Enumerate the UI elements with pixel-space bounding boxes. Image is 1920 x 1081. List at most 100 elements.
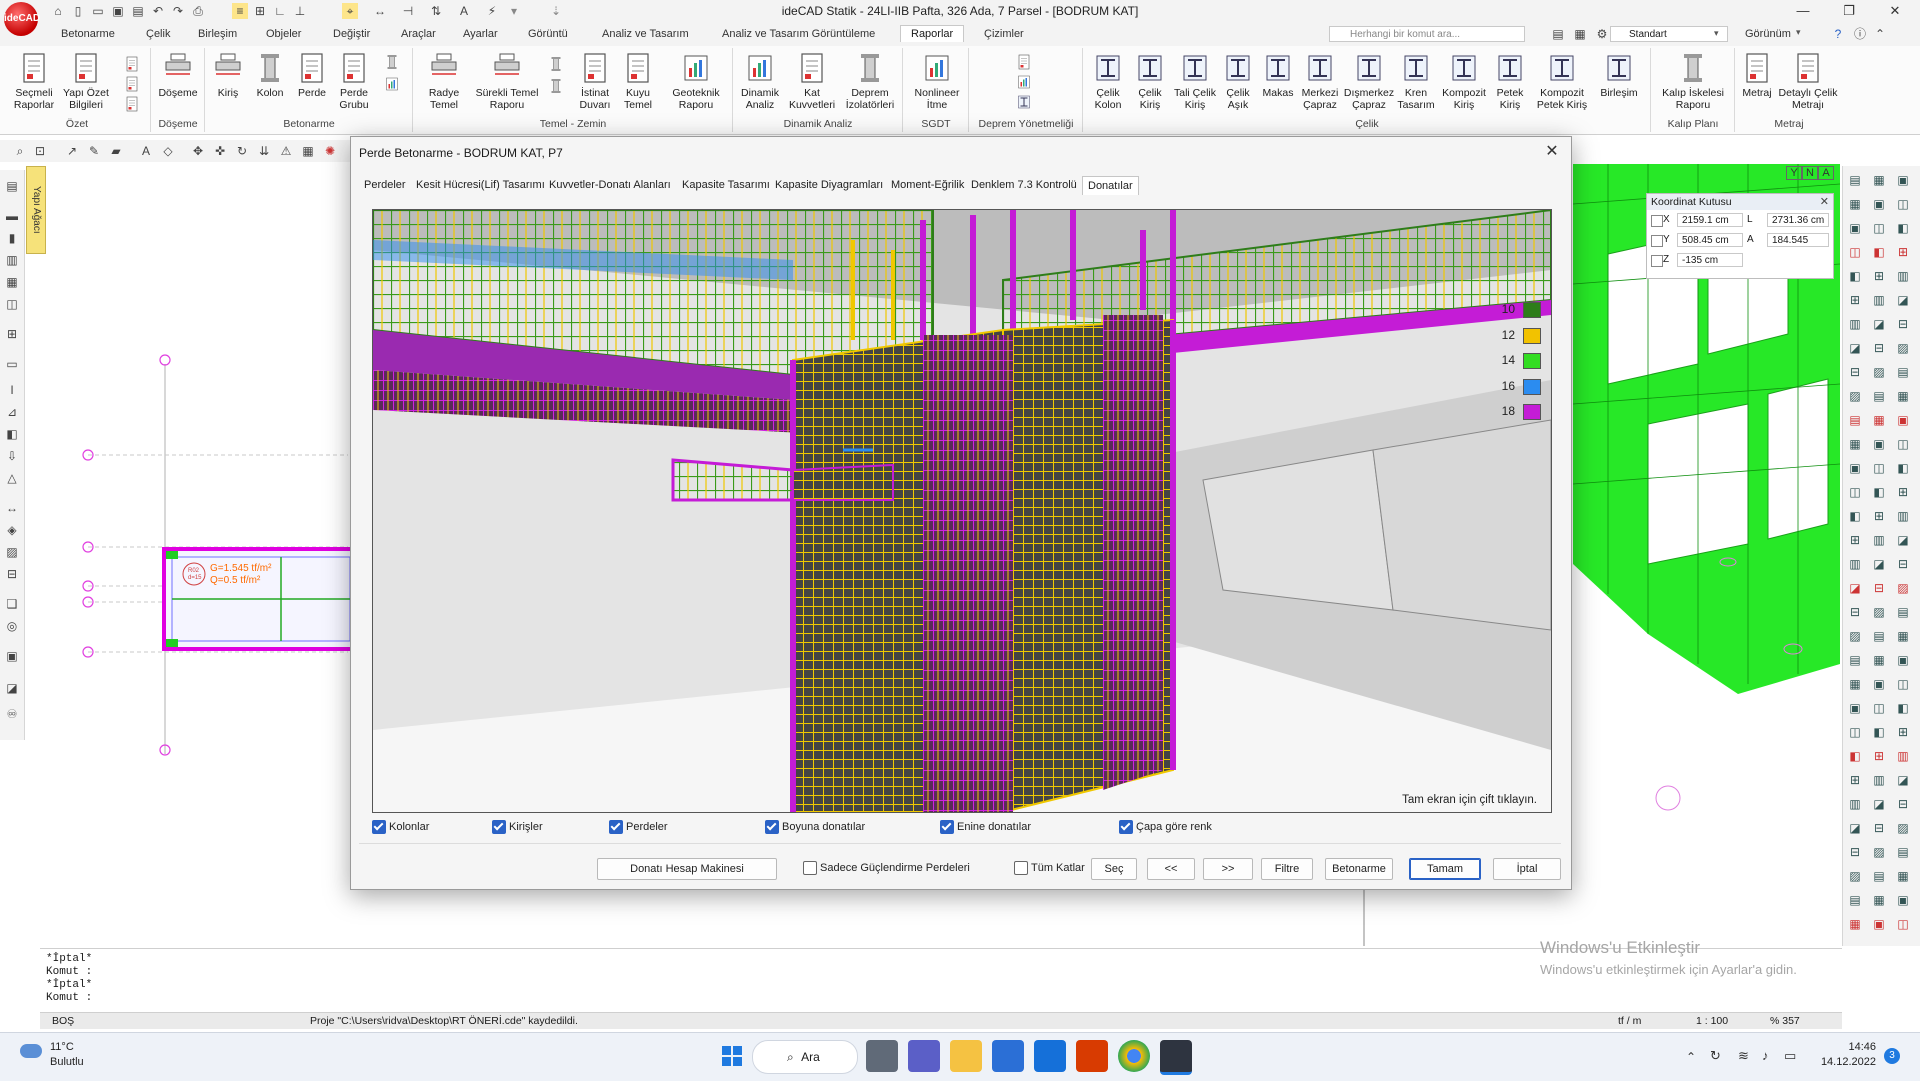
store-icon[interactable] [992,1040,1024,1072]
right-tool-icon[interactable]: ◫ [1895,916,1911,932]
right-tool-icon[interactable]: ▤ [1871,628,1887,644]
concrete-button[interactable]: Betonarme [1325,858,1393,880]
tag-tool-icon[interactable]: ◪ [5,680,19,695]
view-cube[interactable]: YNA [1786,166,1838,180]
weather-widget[interactable]: 11°C Bulutlu [50,1040,84,1070]
dialog-close-icon[interactable]: ✕ [1541,141,1563,163]
settings-icon[interactable]: ⚙ [1594,26,1610,42]
cancel-button[interactable]: İptal [1493,858,1561,880]
view-n-button[interactable]: N [1802,166,1818,180]
concentric-brace-button[interactable]: Merkezi Çapraz [1296,52,1344,111]
angle-field[interactable]: 184.545 [1767,233,1829,247]
chk-kolonlar[interactable]: Kolonlar [372,820,429,834]
seismic-report-icon[interactable] [1016,54,1032,70]
right-tool-icon[interactable]: ◫ [1895,436,1911,452]
z-coordinate-field[interactable]: -135 cm [1677,253,1743,267]
tab-araclar[interactable]: Araçlar [401,28,436,40]
ribbon-collapse-icon[interactable]: ⌃ [1872,26,1888,42]
structure-summary-button[interactable]: Yapı Özet Bilgileri [60,52,112,111]
right-tool-icon[interactable]: ◧ [1847,508,1863,524]
symbol-tool-icon[interactable]: ◎ [5,618,19,633]
office-icon[interactable] [1076,1040,1108,1072]
right-tool-icon[interactable]: ▤ [1871,868,1887,884]
right-tool-icon[interactable]: ▦ [1871,412,1887,428]
right-tool-icon[interactable]: ◪ [1895,772,1911,788]
stair-tool-icon[interactable]: ◫ [5,296,19,311]
grid-icon[interactable]: ⊞ [252,3,268,19]
chk-boyuna-donatilar[interactable]: Boyuna donatılar [765,820,865,834]
notification-badge[interactable]: 3 [1884,1048,1900,1064]
open-folder-icon[interactable]: ▭ [90,3,106,19]
right-tool-icon[interactable]: ▥ [1871,772,1887,788]
weather-cloud-icon[interactable] [20,1044,42,1058]
right-tool-icon[interactable]: ◧ [1871,244,1887,260]
right-tool-icon[interactable]: ⊞ [1895,484,1911,500]
help-icon[interactable]: ? [1830,26,1846,42]
right-tool-icon[interactable]: ⊞ [1847,772,1863,788]
select-button[interactable]: Seç [1091,858,1137,880]
x-lock-checkbox[interactable] [1651,215,1663,227]
info-icon[interactable]: ⓘ [1852,26,1868,42]
checkbox[interactable] [940,820,954,834]
redo-icon[interactable]: ↷ [170,3,186,19]
wifi-icon[interactable]: ≋ [1738,1048,1749,1064]
checkbox[interactable] [1014,861,1028,875]
z-lock-checkbox[interactable] [1651,255,1663,267]
right-tool-icon[interactable]: ▣ [1871,436,1887,452]
tab-raporlar[interactable]: Raporlar [900,25,965,42]
right-tool-icon[interactable]: ▨ [1847,388,1863,404]
right-tool-icon[interactable]: ▦ [1895,628,1911,644]
right-tool-icon[interactable]: ⊞ [1847,532,1863,548]
retaining-wall-button[interactable]: İstinat Duvarı [572,52,618,111]
view-y-button[interactable]: Y [1786,166,1802,180]
steel-purlin-button[interactable]: Çelik Aşık [1216,52,1260,111]
app-logo[interactable]: ideCAD [4,2,40,36]
elevation-icon[interactable]: ⇅ [428,3,444,19]
right-tool-icon[interactable]: ◫ [1895,676,1911,692]
right-tool-icon[interactable]: ▦ [1895,388,1911,404]
layers-panel-icon[interactable]: ▤ [1550,26,1566,42]
wall-tool-icon[interactable]: ▥ [5,252,19,267]
rebar-calculator-button[interactable]: Donatı Hesap Makinesi [597,858,777,880]
shear-wall-report-button[interactable]: Perde [290,52,334,99]
right-tool-icon[interactable]: ▥ [1847,316,1863,332]
tab-degistir[interactable]: Değiştir [333,28,370,40]
right-tool-icon[interactable]: ▣ [1895,412,1911,428]
right-tool-icon[interactable]: ▦ [1847,196,1863,212]
text-style-icon[interactable]: A [456,3,472,19]
right-tool-icon[interactable]: ⊟ [1847,604,1863,620]
save-as-icon[interactable]: ▤ [130,3,146,19]
right-tool-icon[interactable]: ▤ [1895,844,1911,860]
column-report-button[interactable]: Kolon [248,52,292,99]
right-tool-icon[interactable]: ⊟ [1847,364,1863,380]
right-tool-icon[interactable]: ⊟ [1871,580,1887,596]
steel-beam-button[interactable]: Çelik Kiriş [1128,52,1172,111]
teams-chat-icon[interactable] [908,1040,940,1072]
mini-chart-icon[interactable] [384,76,400,92]
beam-report-button[interactable]: Kiriş [206,52,250,99]
tab-perdeler[interactable]: Perdeler [364,179,406,191]
ortho-icon[interactable]: ∟ [272,3,288,19]
tab-ayarlar[interactable]: Ayarlar [463,28,498,40]
steel-column-button[interactable]: Çelik Kolon [1086,52,1130,111]
tray-chevron-icon[interactable]: ⌃ [1686,1050,1696,1064]
y-coordinate-field[interactable]: 508.45 cm [1677,233,1743,247]
tab-kuvvetler[interactable]: Kuvvetler-Donatı Alanları [549,179,671,191]
tab-kapasite-diyagramlari[interactable]: Kapasite Diyagramları [775,179,883,191]
mini-foundation-icon[interactable] [548,56,564,72]
slab-report-button[interactable]: Döşeme [152,52,204,99]
dimension-tool-icon[interactable]: ↔ [5,500,19,515]
offset-icon[interactable]: ⇊ [256,143,272,159]
column-tool-icon[interactable]: ▮ [5,230,19,245]
sync-icon[interactable]: ↻ [1710,1048,1721,1064]
view-a-button[interactable]: A [1818,166,1834,180]
right-tool-icon[interactable]: ◧ [1895,460,1911,476]
right-tool-icon[interactable]: ⊟ [1871,340,1887,356]
zoom-icon[interactable]: ⌕ [12,143,28,159]
right-tool-icon[interactable]: ⊟ [1895,796,1911,812]
support-tool-icon[interactable]: △ [5,470,19,485]
erase-icon[interactable]: ◇ [160,143,176,159]
tab-kapasite-tasarimi[interactable]: Kapasite Tasarımı [682,179,770,191]
right-tool-icon[interactable]: ▦ [1871,172,1887,188]
layers-icon[interactable]: ≡ [232,3,248,19]
